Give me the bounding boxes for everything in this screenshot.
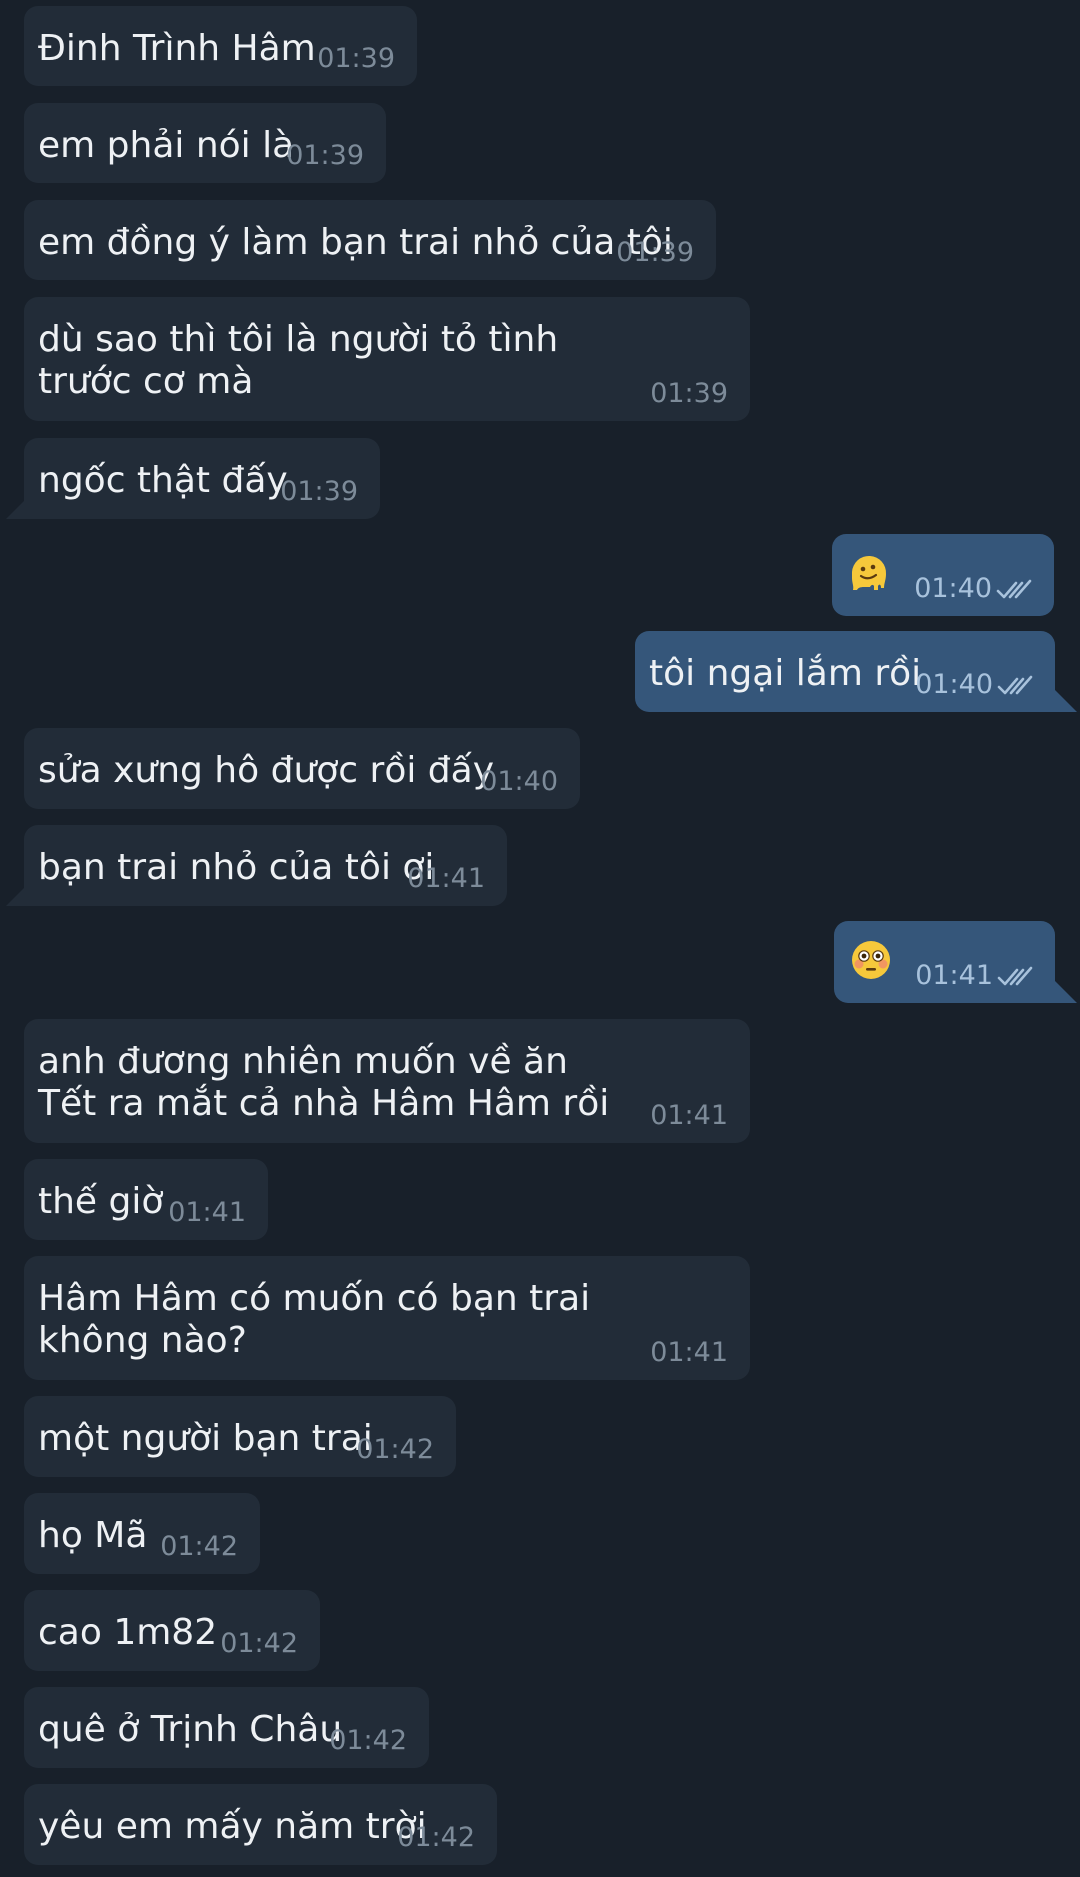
message-text: quê ở Trịnh Châu	[38, 1709, 343, 1750]
message-text: cao 1m82	[38, 1612, 218, 1653]
message-text: bạn trai nhỏ của tôi ơi	[38, 847, 435, 888]
message-time: 01:41	[650, 1337, 728, 1368]
message-bubble-outgoing[interactable]: 01:41	[834, 921, 1055, 1003]
message-time: 01:41	[168, 1197, 246, 1228]
message-bubble[interactable]: em đồng ý làm bạn trai nhỏ của tôi 01:39	[24, 200, 716, 280]
message-time: 01:42	[220, 1628, 298, 1659]
message-time: 01:39	[650, 378, 728, 409]
message-time: 01:42	[397, 1822, 475, 1853]
flushed-face-emoji	[852, 941, 890, 979]
message-time: 01:41	[407, 863, 485, 894]
message-bubble[interactable]: em phải nói là 01:39	[24, 103, 386, 183]
message-time: 01:39	[317, 43, 395, 74]
message-time: 01:39	[286, 140, 364, 171]
message-text: ngốc thật đấy	[38, 460, 288, 501]
message-text: yêu em mấy năm trời	[38, 1806, 427, 1847]
message-text: em đồng ý làm bạn trai nhỏ của tôi	[38, 222, 673, 263]
message-list[interactable]: Đinh Trình Hâm 01:39 em phải nói là 01:3…	[0, 0, 1080, 1877]
melting-face-emoji	[852, 555, 887, 590]
message-bubble[interactable]: Hâm Hâm có muốn có bạn trai không nào? 0…	[24, 1256, 750, 1380]
message-text: Hâm Hâm có muốn có bạn trai không nào?	[38, 1278, 591, 1361]
message-bubble[interactable]: họ Mã 01:42	[24, 1493, 260, 1574]
message-time: 01:41	[650, 1100, 728, 1131]
message-bubble[interactable]: sửa xưng hô được rồi đấy 01:40	[24, 728, 580, 809]
message-text: tôi ngại lắm rồi	[649, 653, 922, 694]
message-bubble[interactable]: quê ở Trịnh Châu 01:42	[24, 1687, 429, 1768]
bubble-tail	[1055, 690, 1077, 712]
message-time: 01:41	[915, 960, 993, 991]
message-time: 01:42	[160, 1531, 238, 1562]
message-text: Đinh Trình Hâm	[38, 28, 316, 69]
message-text: dù sao thì tôi là người tỏ tình trước cơ…	[38, 319, 559, 402]
message-bubble[interactable]: bạn trai nhỏ của tôi ơi 01:41	[24, 825, 507, 906]
message-bubble[interactable]: anh đương nhiên muốn về ăn Tết ra mắt cả…	[24, 1019, 750, 1143]
double-check-icon	[996, 579, 1032, 599]
message-time: 01:39	[280, 476, 358, 507]
double-check-icon	[997, 675, 1033, 695]
message-text: em phải nói là	[38, 125, 295, 166]
message-text: họ Mã	[38, 1515, 148, 1556]
bubble-tail	[1055, 981, 1077, 1003]
message-text: thế giờ	[38, 1181, 164, 1222]
message-bubble[interactable]: dù sao thì tôi là người tỏ tình trước cơ…	[24, 297, 750, 421]
message-bubble[interactable]: Đinh Trình Hâm 01:39	[24, 6, 417, 86]
message-time: 01:42	[356, 1434, 434, 1465]
message-bubble[interactable]: thế giờ 01:41	[24, 1159, 268, 1240]
message-bubble-outgoing[interactable]: tôi ngại lắm rồi 01:40	[635, 631, 1055, 712]
double-check-icon	[997, 966, 1033, 986]
message-text: một người bạn trai	[38, 1418, 373, 1459]
message-bubble[interactable]: một người bạn trai 01:42	[24, 1396, 456, 1477]
message-bubble-outgoing[interactable]: 01:40	[832, 534, 1054, 616]
message-text: sửa xưng hô được rồi đấy	[38, 750, 495, 791]
message-bubble[interactable]: yêu em mấy năm trời 01:42	[24, 1784, 497, 1865]
message-time: 01:39	[616, 237, 694, 268]
message-time: 01:42	[329, 1725, 407, 1756]
message-bubble[interactable]: cao 1m82 01:42	[24, 1590, 320, 1671]
message-bubble[interactable]: ngốc thật đấy 01:39	[24, 438, 380, 519]
message-time: 01:40	[915, 669, 993, 700]
message-time: 01:40	[480, 766, 558, 797]
message-text: anh đương nhiên muốn về ăn Tết ra mắt cả…	[38, 1041, 610, 1124]
message-time: 01:40	[914, 573, 992, 604]
